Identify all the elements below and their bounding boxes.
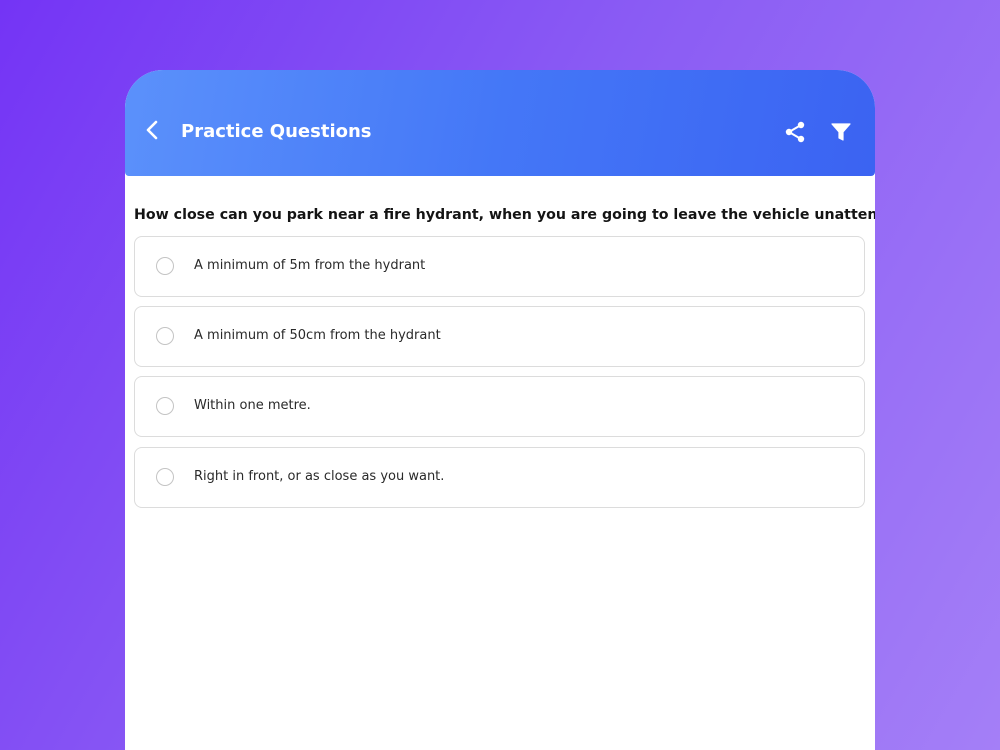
answer-option[interactable]: Right in front, or as close as you want. xyxy=(134,447,865,508)
answer-option[interactable]: Within one metre. xyxy=(134,376,865,437)
filter-button[interactable] xyxy=(830,121,852,143)
answer-option-label: A minimum of 50cm from the hydrant xyxy=(194,328,441,343)
answer-option-label: Right in front, or as close as you want. xyxy=(194,469,445,484)
radio-button[interactable] xyxy=(156,397,174,415)
radio-button[interactable] xyxy=(156,327,174,345)
question-text: How close can you park near a fire hydra… xyxy=(134,207,875,223)
back-button[interactable] xyxy=(141,118,165,142)
chevron-left-icon xyxy=(146,120,158,140)
answer-option[interactable]: A minimum of 5m from the hydrant xyxy=(134,236,865,297)
answer-option[interactable]: A minimum of 50cm from the hydrant xyxy=(134,306,865,367)
answer-option-label: A minimum of 5m from the hydrant xyxy=(194,258,426,273)
radio-button[interactable] xyxy=(156,468,174,486)
filter-icon xyxy=(831,123,851,141)
page-title: Practice Questions xyxy=(181,121,372,142)
share-icon xyxy=(785,121,805,143)
radio-button[interactable] xyxy=(156,257,174,275)
share-button[interactable] xyxy=(783,120,807,144)
answer-option-label: Within one metre. xyxy=(194,398,311,413)
app-screen: Practice Questions How close can you par… xyxy=(125,70,875,750)
app-header: Practice Questions xyxy=(125,70,875,176)
